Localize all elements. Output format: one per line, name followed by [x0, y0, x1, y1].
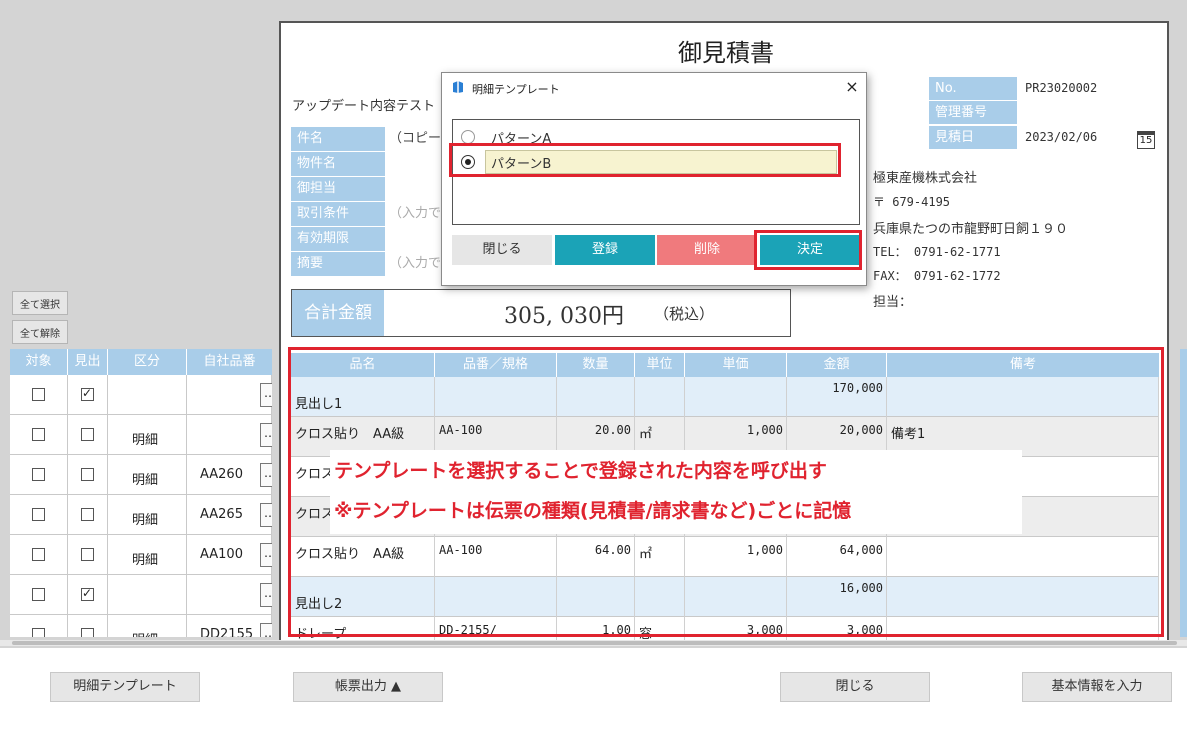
kubun-label: 明細: [132, 629, 158, 637]
left-table-row[interactable]: 明細 AA265 …: [10, 495, 272, 535]
field-label-expiry: 有効期限: [291, 227, 385, 251]
field-label-subject: 件名: [291, 127, 385, 151]
total-box: 合計金額 305, 030円 （税込）: [291, 289, 791, 337]
kubun-label: 明細: [132, 513, 159, 528]
company-zip: 〒 679-4195: [873, 195, 951, 209]
right-scroll-strip: [1180, 349, 1187, 637]
template-button[interactable]: 明細テンプレート: [50, 672, 200, 702]
left-table-cell: [108, 375, 187, 415]
left-table-cell: [108, 575, 187, 615]
heading-checkbox[interactable]: [81, 386, 94, 401]
kubun-label: 明細: [132, 473, 159, 488]
heading-checkbox[interactable]: [81, 586, 94, 601]
target-checkbox[interactable]: [32, 628, 45, 637]
company-address: 兵庫県たつの市龍野町日飼１９０: [873, 222, 1069, 237]
more-button[interactable]: …: [260, 543, 272, 567]
dialog-close-button[interactable]: 閉じる: [452, 235, 552, 265]
left-table-row[interactable]: 明細 AA260 …: [10, 455, 272, 495]
company-fax: FAX： 0791-62-1772: [873, 269, 1001, 283]
left-item-table: 対象 見出 区分 自社品番 … 明細 … 明細 AA260 … 明細 AA265 … 明細 AA10…: [10, 349, 272, 637]
left-table-row[interactable]: …: [10, 575, 272, 615]
total-amount: 305, 030円: [504, 304, 624, 329]
left-table-row[interactable]: 明細 …: [10, 415, 272, 455]
left-table-row[interactable]: 明細 DD2155 …: [10, 615, 272, 637]
header-kubun: 区分: [108, 349, 187, 375]
annotation-line-1: テンプレートを選択することで登録された内容を呼び出す: [334, 460, 827, 482]
meta-label-no: No.: [929, 77, 1017, 100]
meta-value-no: PR23020002: [1025, 81, 1098, 95]
target-checkbox[interactable]: [32, 468, 45, 481]
left-table-row[interactable]: 明細 AA100 …: [10, 535, 272, 575]
kubun-label: 明細: [132, 553, 159, 568]
meta-label-control: 管理番号: [929, 101, 1017, 124]
bottom-toolbar: 明細テンプレート 帳票出力 ▲ 閉じる 基本情報を入力: [0, 648, 1187, 733]
meta-value-date[interactable]: 2023/02/06: [1025, 126, 1097, 149]
more-button[interactable]: …: [260, 583, 272, 607]
heading-checkbox[interactable]: [81, 508, 94, 521]
update-note: アップデート内容テスト: [292, 99, 436, 114]
item-code: AA260: [200, 467, 243, 482]
annotation-line-2: ※テンプレートは伝票の種類(見積書/請求書など)ごとに記憶: [334, 500, 852, 522]
decide-highlight-frame: [754, 230, 862, 270]
deselect-all-button[interactable]: 全て解除: [12, 320, 68, 344]
more-button[interactable]: …: [260, 383, 272, 407]
more-button[interactable]: …: [260, 503, 272, 527]
kubun-label: 明細: [132, 433, 159, 448]
more-button[interactable]: …: [260, 423, 272, 447]
item-code: AA265: [200, 507, 243, 522]
company-staff: 担当：: [873, 295, 913, 310]
more-button[interactable]: …: [260, 463, 272, 487]
dialog-title: 明細テンプレート: [472, 83, 560, 96]
dialog-delete-button[interactable]: 削除: [657, 235, 757, 265]
target-checkbox[interactable]: [32, 588, 45, 601]
header-target: 対象: [10, 349, 68, 375]
company-name: 極東産機株式会社: [873, 171, 978, 186]
total-label: 合計金額: [292, 290, 384, 336]
field-label-summary: 摘要: [291, 252, 385, 276]
heading-checkbox[interactable]: [81, 428, 94, 441]
target-checkbox[interactable]: [32, 548, 45, 561]
calendar-icon[interactable]: 15: [1137, 131, 1155, 149]
left-table-row[interactable]: …: [10, 375, 272, 415]
document-title: 御見積書: [678, 39, 774, 67]
option-highlight-frame: [449, 143, 841, 177]
print-button[interactable]: 帳票出力 ▲: [293, 672, 443, 702]
radio-a[interactable]: [461, 130, 475, 144]
close-icon[interactable]: ×: [842, 77, 862, 97]
horizontal-scroll-thumb[interactable]: [12, 641, 1177, 645]
close-button[interactable]: 閉じる: [780, 672, 930, 702]
item-code: AA100: [200, 547, 243, 562]
heading-checkbox[interactable]: [81, 548, 94, 561]
select-all-button[interactable]: 全て選択: [12, 291, 68, 315]
field-label-contact: 御担当: [291, 177, 385, 201]
total-tax-label: （税込）: [654, 305, 715, 323]
header-heading: 見出: [68, 349, 108, 375]
dialog-register-button[interactable]: 登録: [555, 235, 655, 265]
target-checkbox[interactable]: [32, 388, 45, 401]
more-button[interactable]: …: [260, 623, 272, 637]
left-table-header: 対象 見出 区分 自社品番: [10, 349, 272, 375]
heading-checkbox[interactable]: [81, 468, 94, 481]
field-label-property: 物件名: [291, 152, 385, 176]
meta-label-date: 見積日: [929, 126, 1017, 149]
template-icon: [453, 81, 463, 93]
basic-info-button[interactable]: 基本情報を入力: [1022, 672, 1172, 702]
item-code: DD2155: [200, 627, 254, 637]
target-checkbox[interactable]: [32, 508, 45, 521]
target-checkbox[interactable]: [32, 428, 45, 441]
company-tel: TEL： 0791-62-1771: [873, 245, 1001, 259]
annotation-box: テンプレートを選択することで登録された内容を呼び出す ※テンプレートは伝票の種類…: [330, 450, 1022, 534]
field-label-terms: 取引条件: [291, 202, 385, 226]
header-code: 自社品番: [203, 354, 256, 369]
heading-checkbox[interactable]: [81, 628, 94, 637]
